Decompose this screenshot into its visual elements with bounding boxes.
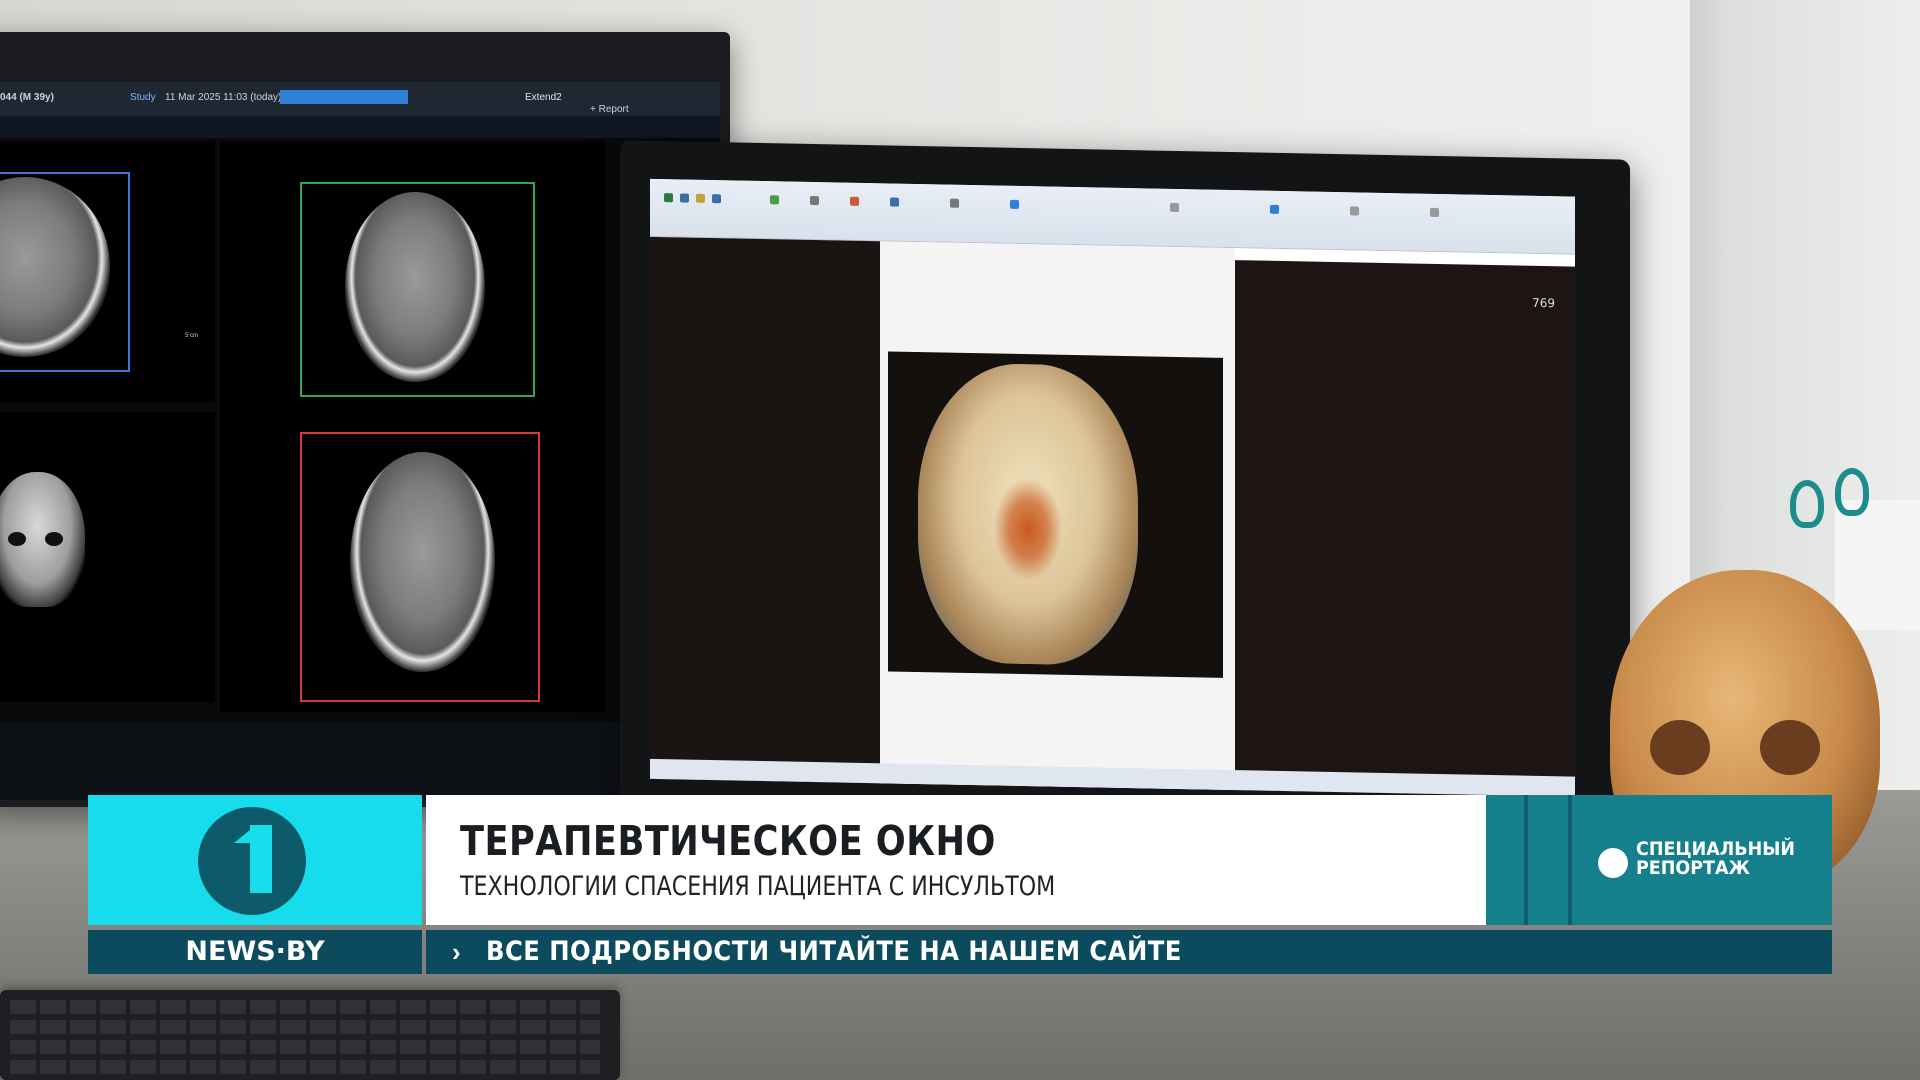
lower-third: ТЕРАПЕВТИЧЕСКОЕ ОКНО ТЕХНОЛОГИИ СПАСЕНИЯ… <box>88 795 1832 925</box>
viewer-toolbar <box>0 116 720 138</box>
headline-subtitle: ТЕХНОЛОГИИ СПАСЕНИЯ ПАЦИЕНТА С ИНСУЛЬТОМ <box>460 871 1056 902</box>
keyboard-key-row <box>10 1060 600 1074</box>
viewport-3d-skull <box>0 412 215 702</box>
special-report-badge: СПЕЦИАЛЬНЫЙ РЕПОРТАЖ <box>1572 795 1832 925</box>
viewport-coronal <box>220 142 605 412</box>
headline-title: ТЕРАПЕВТИЧЕСКОЕ ОКНО <box>460 817 996 865</box>
badge-line-2: РЕПОРТАЖ <box>1636 857 1750 879</box>
ticker-text: ВСЕ ПОДРОБНОСТИ ЧИТАЙТЕ НА НАШЕМ САЙТЕ <box>486 936 1182 967</box>
report-button: + Report <box>590 104 629 115</box>
render-pane-right: 769 <box>1235 260 1575 797</box>
keyboard-key-row <box>10 1020 600 1034</box>
chevron-right-icon: › <box>452 937 461 967</box>
toolbar-icon <box>680 193 689 203</box>
logo-digit-stem <box>250 825 272 893</box>
scale-bar-label: 5 cm <box>185 333 199 339</box>
toolbar-icon <box>1270 204 1279 214</box>
headline-panel: ТЕРАПЕВТИЧЕСКОЕ ОКНО ТЕХНОЛОГИИ СПАСЕНИЯ… <box>426 795 1486 925</box>
right-monitor: 769 <box>620 140 1630 820</box>
render-app-screen: 769 <box>650 178 1575 797</box>
viewport-sagittal: 5 cm <box>0 142 215 402</box>
keyboard <box>0 990 620 1080</box>
toolbar-icon <box>1010 199 1019 209</box>
render-pane-left <box>650 236 880 784</box>
keyboard-key-row <box>10 1040 600 1054</box>
channel-logo-block <box>88 795 422 925</box>
viewer-footer <box>0 722 720 800</box>
toolbar-icon <box>712 194 721 204</box>
ticker-bar: › ВСЕ ПОДРОБНОСТИ ЧИТАЙТЕ НА НАШЕМ САЙТЕ <box>426 930 1832 974</box>
render-pane-center <box>880 241 1235 791</box>
toolbar-icon <box>1170 202 1179 213</box>
wood-skull-eye-right <box>1760 720 1820 775</box>
decor-stripe <box>1486 795 1524 925</box>
extend-label: Extend2 <box>525 92 562 103</box>
coronal-brain-scan <box>345 192 485 382</box>
viewport-axial <box>220 412 605 712</box>
skull-eye-right <box>45 532 63 546</box>
toolbar-icon <box>890 197 899 207</box>
wood-skull-eye-left <box>1650 720 1710 775</box>
keyboard-key-row <box>10 1000 600 1014</box>
toolbar-icon <box>950 198 959 208</box>
toolbar-icon <box>664 193 673 203</box>
viewer-status-banner <box>280 90 408 104</box>
binder-clip <box>1835 468 1869 516</box>
toolbar-icon <box>770 195 779 205</box>
toolbar-icon <box>1350 206 1359 216</box>
study-label: Study <box>130 92 156 103</box>
axial-brain-scan <box>350 452 495 672</box>
binder-clip <box>1790 480 1824 528</box>
brain-vessel-3d-render <box>918 362 1138 667</box>
render-3d-viewport <box>888 351 1223 678</box>
decor-stripe <box>1528 795 1568 925</box>
badge-dot-icon <box>1598 848 1628 878</box>
ticker-brand: NEWS·BY <box>88 930 422 974</box>
study-date: 11 Mar 2025 11:03 (today) <box>165 92 282 103</box>
skull-eye-left <box>8 532 26 546</box>
toolbar-icon <box>696 193 705 203</box>
toolbar-icon <box>810 195 819 206</box>
toolbar-icon <box>850 196 859 206</box>
patient-id: 044 (M 39y) <box>0 92 54 103</box>
viewer-title-bar: 044 (M 39y) Study 11 Mar 2025 11:03 (tod… <box>0 82 720 116</box>
badge-text: СПЕЦИАЛЬНЫЙ РЕПОРТАЖ <box>1636 840 1795 878</box>
pen-holder <box>1835 500 1920 630</box>
ct-viewer-screen: 044 (M 39y) Study 11 Mar 2025 11:03 (tod… <box>0 82 720 800</box>
news-ticker: NEWS·BY › ВСЕ ПОДРОБНОСТИ ЧИТАЙТЕ НА НАШ… <box>88 930 1832 974</box>
channel-one-logo-icon <box>198 807 306 915</box>
toolbar-icon <box>1430 207 1439 218</box>
frame-counter: 769 <box>1532 295 1555 311</box>
